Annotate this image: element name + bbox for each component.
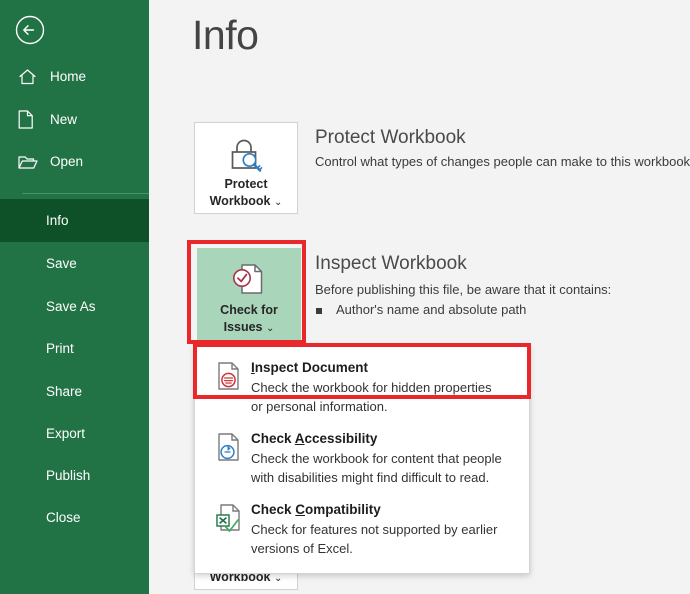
check-accessibility-menu-item[interactable]: Check Accessibility Check the workbook f… [195,423,529,494]
inspect-document-menu-item[interactable]: Inspect Document Check the workbook for … [195,352,529,423]
check-compatibility-icon [211,501,245,558]
new-icon [18,109,44,131]
accel-key: C [295,502,306,517]
inspect-document-text: Inspect Document Check the workbook for … [245,359,492,416]
chevron-down-icon[interactable]: ⌄ [274,197,282,208]
sidebar-item-home[interactable]: Home [0,55,149,98]
check-compatibility-title: Check Compatibility [251,502,381,517]
title-pre: Check [251,431,295,446]
sidebar-item-label: Home [50,69,87,84]
check-accessibility-desc: Check the workbook for content that peop… [251,449,502,487]
home-icon [18,66,44,88]
protect-workbook-description: Control what types of changes people can… [315,154,690,169]
check-accessibility-title: Check Accessibility [251,431,377,446]
inspect-workbook-heading: Inspect Workbook [315,253,467,274]
sidebar-item-label: New [50,112,78,127]
page-title: Info [192,12,259,58]
check-for-issues-tile[interactable]: Check for Issues ⌄ [197,248,301,340]
inspect-document-title: Inspect Document [251,360,368,375]
desc-line1: Check the workbook for content that peop… [251,451,502,466]
lock-magnifier-icon [225,136,267,174]
check-accessibility-text: Check Accessibility Check the workbook f… [245,430,502,487]
sidebar-item-publish[interactable]: Publish [0,454,149,497]
sidebar-item-label: Info [46,213,69,228]
sidebar-item-share[interactable]: Share [0,370,149,413]
desc-line2: or personal information. [251,399,388,414]
title-post: ccessibility [304,431,378,446]
sidebar-item-close[interactable]: Close [0,496,149,539]
chevron-down-icon[interactable]: ⌄ [274,573,282,584]
sidebar-item-label: Publish [46,468,91,483]
check-compatibility-desc: Check for features not supported by earl… [251,520,497,558]
sidebar-item-open[interactable]: Open [0,140,149,183]
title-post: nspect Document [254,360,369,375]
tile-line2: Issues [223,320,263,334]
desc-line1: Check for features not supported by earl… [251,522,498,537]
inspect-document-icon [211,359,245,416]
sidebar-item-save[interactable]: Save [0,242,149,285]
desc-line1: Check the workbook for hidden properties [251,380,492,395]
folder-icon [18,151,44,173]
desc-line2: with disabilities might find difficult t… [251,470,490,485]
protect-workbook-heading: Protect Workbook [315,127,466,148]
back-button[interactable] [14,14,46,46]
inspect-workbook-bullet-text: Author's name and absolute path [336,302,527,317]
title-post: ompatibility [305,502,381,517]
sidebar-item-new[interactable]: New [0,98,149,141]
sidebar-item-label: Save [46,256,77,271]
excel-backstage-info-screen: Home New Open Info Save Save As Print Sh… [0,0,690,594]
backstage-main-panel: Info Protect Workbook ⌄ Protect Workbook… [149,0,690,594]
back-arrow-icon [15,15,45,45]
desc-line2: versions of Excel. [251,541,353,556]
check-accessibility-icon [211,430,245,487]
sidebar-item-label: Open [50,154,84,169]
sidebar-item-label: Close [46,510,81,525]
tile-line2: Workbook [209,194,271,208]
document-check-icon [228,262,270,300]
sidebar-item-export[interactable]: Export [0,412,149,455]
chevron-down-icon[interactable]: ⌄ [266,323,274,334]
sidebar-item-label: Save As [46,299,96,314]
sidebar-item-label: Export [46,426,86,441]
sidebar-item-save-as[interactable]: Save As [0,285,149,328]
tile-line1: Check for [220,303,278,317]
inspect-workbook-bullet: Author's name and absolute path [316,302,526,317]
inspect-workbook-description: Before publishing this file, be aware th… [315,282,612,297]
tile-line1: Protect [224,177,268,191]
inspect-document-desc: Check the workbook for hidden properties… [251,378,492,416]
sidebar-item-label: Share [46,384,83,399]
check-compatibility-text: Check Compatibility Check for features n… [245,501,497,558]
protect-workbook-tile[interactable]: Protect Workbook ⌄ [194,122,298,214]
title-pre: Check [251,502,296,517]
sidebar-item-info[interactable]: Info [0,199,149,242]
check-compatibility-menu-item[interactable]: Check Compatibility Check for features n… [195,494,529,565]
check-for-issues-tile-label: Check for Issues ⌄ [220,302,278,337]
check-for-issues-dropdown-menu: Inspect Document Check the workbook for … [194,345,530,574]
protect-workbook-tile-label: Protect Workbook ⌄ [210,176,283,211]
bullet-square-icon [316,308,322,314]
sidebar-item-label: Print [46,341,74,356]
backstage-sidebar: Home New Open Info Save Save As Print Sh… [0,0,171,594]
sidebar-item-print[interactable]: Print [0,327,149,370]
accel-key: A [294,431,305,446]
